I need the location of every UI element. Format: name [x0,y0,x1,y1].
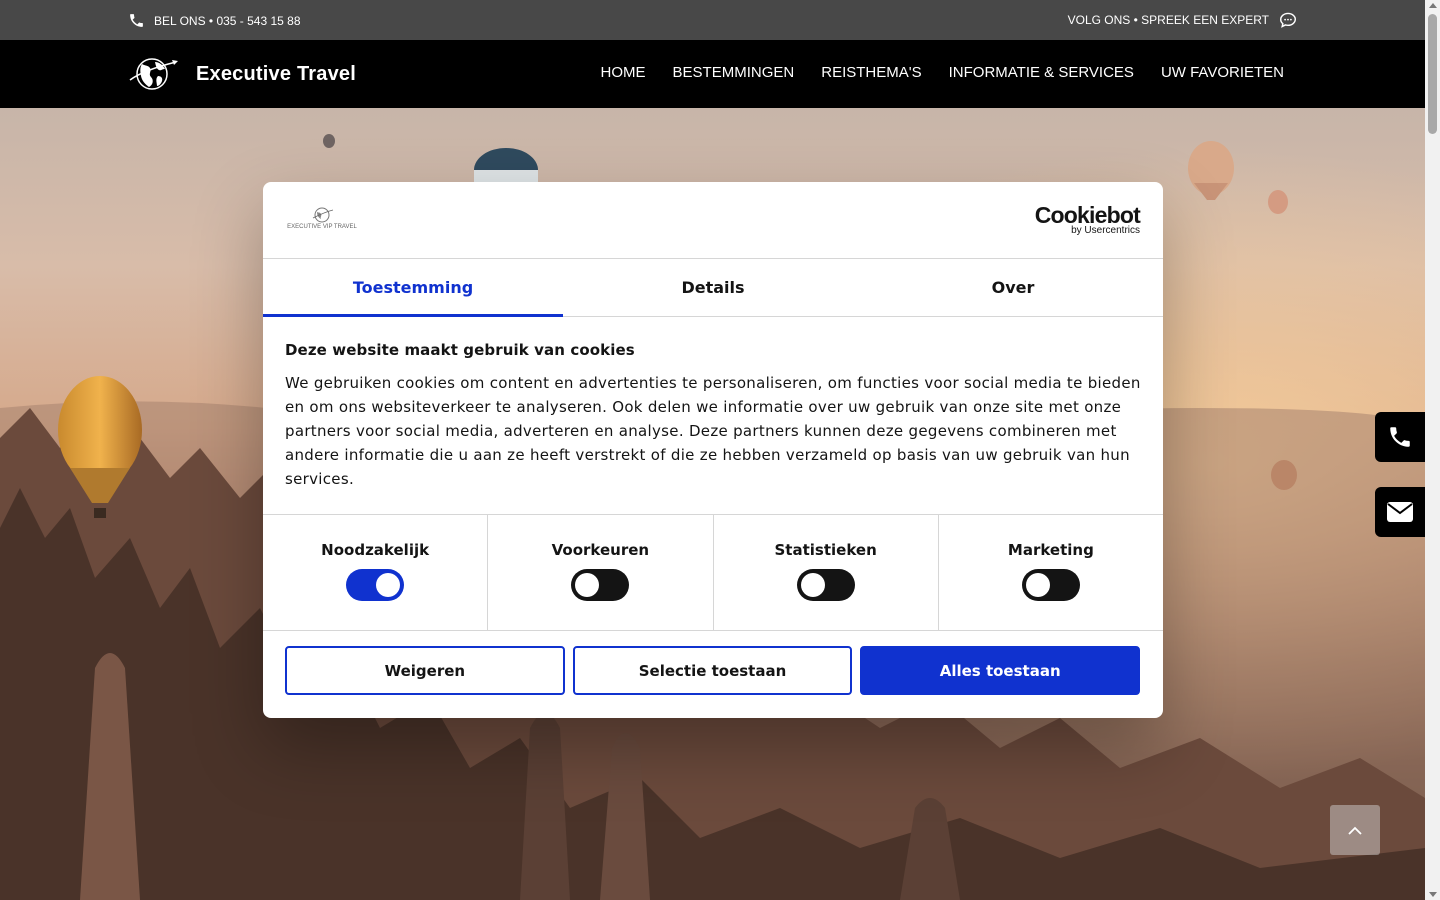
marketing-toggle[interactable] [1021,569,1080,601]
category-label: Marketing [1007,541,1094,559]
category-statistieken: Statistieken [714,515,939,630]
consent-categories: Noodzakelijk Voorkeuren Statistieken Mar… [263,514,1163,631]
brand-name: Executive Travel [196,62,356,85]
voorkeuren-toggle[interactable] [571,569,630,601]
allow-selection-button[interactable]: Selectie toestaan [572,646,853,695]
globe-logo-icon [129,58,178,90]
dialog-buttons: Weigeren Selectie toestaan Alles toestaa… [263,631,1163,695]
tab-details[interactable]: Details [563,259,863,316]
dialog-title: Deze website maakt gebruik van cookies [285,341,635,359]
nav-item-home[interactable]: HOME [601,64,646,81]
scroll-up-arrow-icon[interactable] [1428,3,1437,8]
nav-item-informatie-services[interactable]: INFORMATIE & SERVICES [949,64,1134,81]
noodzakelijk-toggle[interactable] [346,569,405,601]
dialog-tabs: Toestemming Details Over [263,259,1163,317]
category-voorkeuren: Voorkeuren [488,515,714,630]
dialog-body: Deze website maakt gebruik van cookies W… [263,317,1163,514]
call-us-link[interactable]: BEL ONS • 035 - 543 15 88 [128,12,301,29]
nav-item-favorieten[interactable]: UW FAVORIETEN [1161,64,1284,81]
side-email-button[interactable] [1375,487,1425,537]
toggle-knob [376,573,401,597]
tab-toestemming[interactable]: Toestemming [263,259,563,317]
scroll-down-arrow-icon[interactable] [1428,892,1437,897]
page-scrollbar[interactable] [1425,0,1440,900]
toggle-knob [575,573,600,597]
main-menu: HOME BESTEMMINGEN REISTHEMA'S INFORMATIE… [601,64,1284,81]
toggle-knob [1025,573,1050,597]
top-bar: BEL ONS • 035 - 543 15 88 VOLG ONS • SPR… [0,0,1425,40]
decline-button[interactable]: Weigeren [285,646,565,695]
category-label: Voorkeuren [551,541,650,559]
phone-icon [1390,427,1410,447]
category-label: Statistieken [774,541,877,559]
category-noodzakelijk: Noodzakelijk [263,515,489,630]
statistieken-toggle[interactable] [796,569,855,601]
cookie-consent-dialog: EXECUTIVE VIP TRAVEL Cookiebot by Userce… [263,182,1163,718]
nav-item-bestemmingen[interactable]: BESTEMMINGEN [673,64,795,81]
envelope-icon [1387,502,1413,522]
dialog-header: EXECUTIVE VIP TRAVEL Cookiebot by Userce… [263,182,1163,259]
side-phone-button[interactable] [1375,412,1425,462]
call-us-text: BEL ONS • 035 - 543 15 88 [154,13,301,28]
allow-all-button[interactable]: Alles toestaan [860,646,1141,695]
follow-us-text: VOLG ONS • SPREEK EEN EXPERT [1067,13,1269,27]
nav-item-reisthemas[interactable]: REISTHEMA'S [821,64,921,81]
brand-link[interactable]: Executive Travel [128,54,356,94]
tab-over[interactable]: Over [863,259,1163,316]
category-marketing: Marketing [939,515,1163,630]
toggle-knob [800,573,825,597]
site-logo-text: EXECUTIVE VIP TRAVEL [287,224,357,230]
phone-icon [130,14,143,27]
dialog-description: We gebruiken cookies om content en adver… [285,374,1141,488]
chevron-up-icon [1348,826,1362,835]
cookiebot-wordmark: Cookiebot [1034,202,1141,228]
scroll-to-top-button[interactable] [1330,805,1380,855]
chat-bubble-icon [1279,12,1297,28]
main-navbar: Executive Travel HOME BESTEMMINGEN REIST… [0,40,1425,108]
executive-vip-travel-logo: EXECUTIVE VIP TRAVEL [287,207,358,230]
follow-us-link[interactable]: VOLG ONS • SPREEK EEN EXPERT [1068,12,1297,28]
cookiebot-logo[interactable]: Cookiebot by Usercentrics [1034,202,1141,236]
scrollbar-thumb[interactable] [1428,14,1437,134]
category-label: Noodzakelijk [321,541,430,559]
